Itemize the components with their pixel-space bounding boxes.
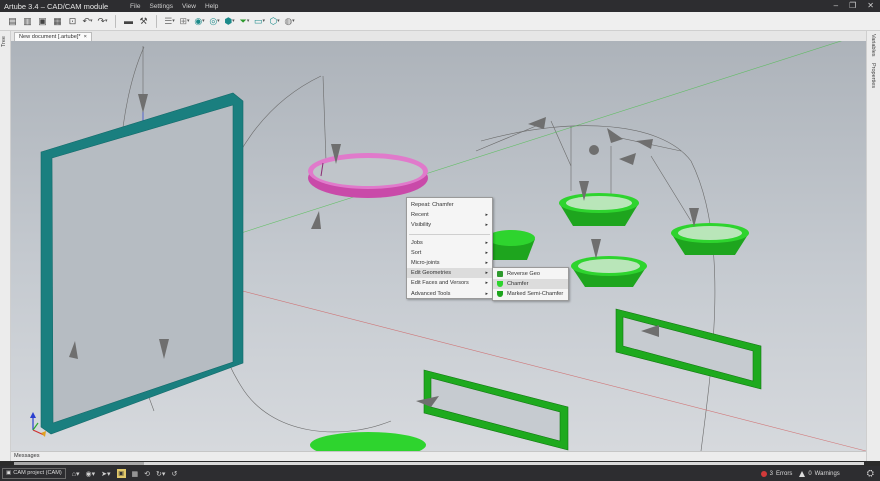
submenu-arrow-icon: ▸: [485, 212, 488, 219]
view-cube-icon[interactable]: ⌂▾: [72, 470, 80, 478]
maximize-button[interactable]: ❐: [849, 1, 856, 10]
status-indicators: 3 Errors 0 Warnings ⛭: [760, 466, 880, 481]
messages-label: Messages: [14, 453, 40, 459]
menu-item-edit-faces-versors[interactable]: Edit Faces and Versors ▸: [407, 278, 492, 288]
snap-icon[interactable]: ▦: [132, 470, 139, 478]
menu-item-micro-joints[interactable]: Micro-joints ▸: [407, 258, 492, 268]
toolbar-divider: [115, 14, 116, 28]
main-toolbar: ▤ ▥ ▣ ▦ ⊡ ↶ ▾ ↷ ▾ ▬ ⚒ ☰ ▾ ⊞ ▾ ◉ ▾ ◎ ▾ ⬢ ▾ ⏷ ▾ ▭ ▾…: [0, 12, 880, 31]
close-button[interactable]: ✕: [867, 1, 874, 10]
project-icon: ▣: [6, 470, 12, 476]
save-as-icon[interactable]: ▦: [51, 15, 64, 28]
sync-icon[interactable]: ⟲: [144, 470, 150, 478]
scrollbar-thumb[interactable]: [14, 462, 144, 465]
eye-icon[interactable]: ◉▾: [86, 470, 96, 478]
menu-divider: [409, 233, 490, 235]
menu-item-visibility[interactable]: Visibility ▸: [407, 220, 492, 230]
refresh-icon[interactable]: ↺: [171, 470, 177, 478]
frame-icon[interactable]: ▭ ▾: [253, 15, 266, 28]
minimize-button[interactable]: –: [834, 1, 838, 10]
tube-view-icon[interactable]: ◉ ▾: [193, 15, 206, 28]
menu-item-jobs[interactable]: Jobs ▸: [407, 238, 492, 248]
import-icon[interactable]: ⊡: [66, 15, 79, 28]
transform-icon[interactable]: ⬡ ▾: [268, 15, 281, 28]
submenu-arrow-icon: ▸: [485, 249, 488, 256]
undo-icon[interactable]: ↶ ▾: [81, 15, 94, 28]
save-icon[interactable]: ▣: [36, 15, 49, 28]
tab-close-icon[interactable]: ×: [84, 33, 87, 41]
app-title: Artube 3.4 – CAD/CAM module: [4, 1, 109, 11]
select-mode-icon[interactable]: ⊞ ▾: [178, 15, 191, 28]
warnings-count[interactable]: 0: [808, 471, 811, 477]
properties-panel-label[interactable]: Properties: [870, 63, 876, 88]
network-icon[interactable]: ⛭: [867, 468, 874, 479]
right-panel-strip: Variables Properties: [866, 31, 880, 461]
errors-count[interactable]: 3: [770, 471, 773, 477]
submenu-arrow-icon: ▸: [485, 259, 488, 266]
left-panel-strip[interactable]: Tree: [0, 31, 11, 461]
submenu-arrow-icon: ▸: [485, 222, 488, 229]
menu-item-recent[interactable]: Recent ▸: [407, 210, 492, 220]
toolbar-divider: [156, 14, 157, 28]
menu-bar: File Settings View Help: [130, 3, 218, 10]
document-tab-bar: New document [.artube]* ×: [11, 31, 866, 41]
machine-icon[interactable]: ▬: [122, 15, 135, 28]
document-tab-label: New document [.artube]*: [19, 34, 81, 40]
error-icon[interactable]: [760, 470, 767, 477]
title-bar: Artube 3.4 – CAD/CAM module File Setting…: [0, 0, 880, 12]
menu-item-advanced-tools[interactable]: Advanced Tools ▸: [407, 289, 492, 299]
menu-item-sort[interactable]: Sort ▸: [407, 248, 492, 258]
open-folder-icon[interactable]: ▥: [21, 15, 34, 28]
messages-panel[interactable]: Messages: [11, 451, 866, 461]
menu-item-edit-geometries[interactable]: Edit Geometries ▸: [407, 268, 492, 279]
context-menu: Repeat: Chamfer Recent ▸ Visibility ▸ Jobs…: [406, 197, 493, 299]
ring-shape: [308, 153, 428, 198]
warning-icon[interactable]: [799, 470, 806, 477]
submenu-item-marked-semi-chamfer[interactable]: Marked Semi-Chamfer: [493, 289, 568, 299]
variables-panel-label[interactable]: Variables: [870, 34, 876, 57]
submenu-item-reverse-geo[interactable]: Reverse Geo: [493, 269, 568, 279]
select-box-icon[interactable]: ▣: [116, 469, 126, 478]
tube-edit-icon[interactable]: ◎ ▾: [208, 15, 221, 28]
document-tab[interactable]: New document [.artube]* ×: [14, 32, 92, 41]
window-controls: – ❐ ✕: [834, 1, 874, 10]
rotate-icon[interactable]: ↻▾: [156, 470, 165, 478]
profile-icon[interactable]: ⬢ ▾: [223, 15, 236, 28]
pointer-icon[interactable]: ➤▾: [101, 470, 110, 478]
tube-frame: [40, 92, 244, 435]
tree-panel-label[interactable]: Tree: [1, 36, 7, 47]
green-frames: [423, 308, 762, 451]
render-icon[interactable]: ◍ ▾: [283, 15, 296, 28]
menu-item-repeat-chamfer[interactable]: Repeat: Chamfer: [407, 200, 492, 210]
project-tab[interactable]: ▣ CAM project (CAM): [2, 468, 66, 479]
wrench-icon[interactable]: ⚒: [137, 15, 150, 28]
new-document-icon[interactable]: ▤: [6, 15, 19, 28]
project-tab-label: CAM project (CAM): [13, 470, 62, 476]
submenu-arrow-icon: ▸: [485, 280, 488, 287]
submenu-arrow-icon: ▸: [485, 239, 488, 246]
warnings-label[interactable]: Warnings: [815, 471, 840, 477]
menu-help[interactable]: Help: [205, 3, 218, 10]
menu-settings[interactable]: Settings: [149, 3, 173, 10]
redo-icon[interactable]: ↷ ▾: [96, 15, 109, 28]
menu-file[interactable]: File: [130, 3, 140, 10]
submenu-item-chamfer[interactable]: Chamfer: [493, 279, 568, 290]
submenu-arrow-icon: ▸: [485, 270, 488, 277]
cup-icon[interactable]: ⏷ ▾: [238, 15, 251, 28]
status-bar: ▣ CAM project (CAM) ⌂▾ ◉▾ ➤▾ ▣ ▦ ⟲ ↻▾ ↺ …: [0, 466, 880, 481]
reverse-geo-icon: [497, 270, 503, 277]
chamfer-icon: [497, 280, 503, 287]
layers-icon[interactable]: ☰ ▾: [163, 15, 176, 28]
menu-view[interactable]: View: [182, 3, 196, 10]
errors-label[interactable]: Errors: [776, 471, 792, 477]
edit-geometries-submenu: Reverse Geo Chamfer Marked Semi-Chamfer: [492, 267, 569, 301]
submenu-arrow-icon: ▸: [485, 290, 488, 297]
semi-chamfer-icon: [497, 290, 503, 297]
messages-scrollbar[interactable]: [14, 462, 864, 465]
